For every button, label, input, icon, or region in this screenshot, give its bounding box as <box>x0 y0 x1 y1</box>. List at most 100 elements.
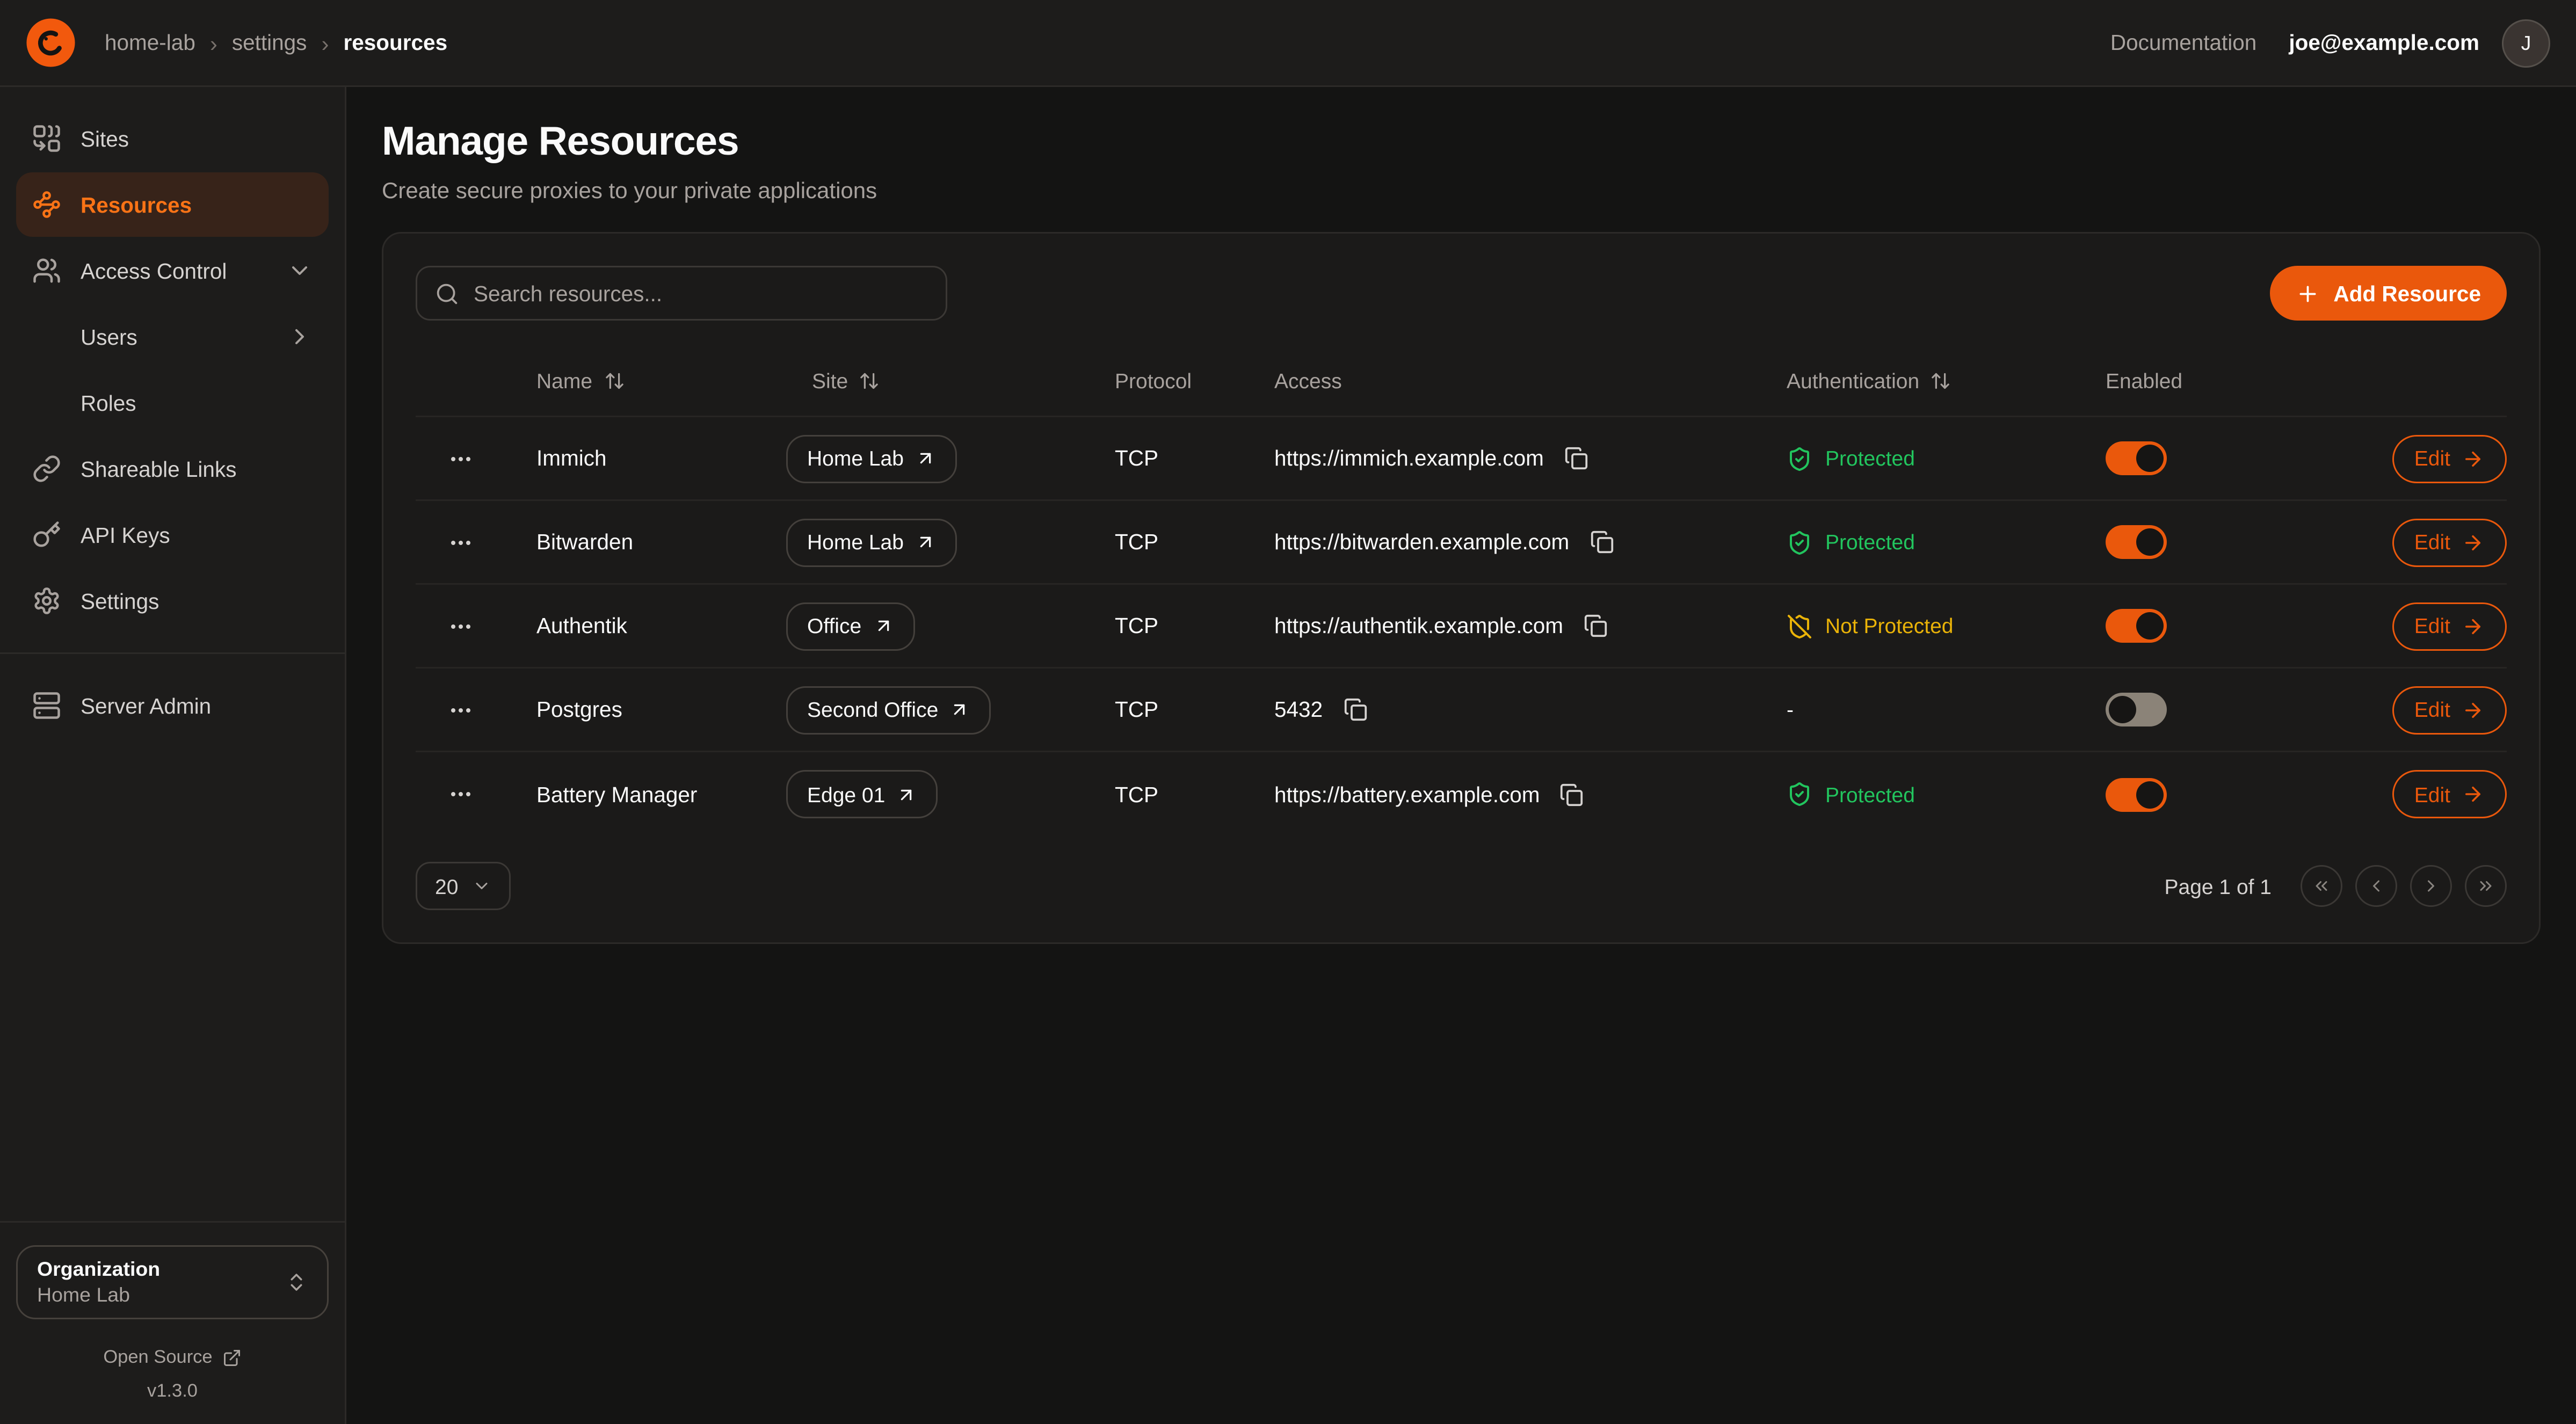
prev-page-button[interactable] <box>2355 865 2397 907</box>
app-window: home-lab›settings›resources Documentatio… <box>0 0 2576 1424</box>
copy-icon[interactable] <box>1560 442 1592 475</box>
org-selector-value: Home Lab <box>37 1284 160 1306</box>
avatar-initial: J <box>2521 32 2531 54</box>
site-name: Home Lab <box>807 530 904 554</box>
enabled-toggle[interactable] <box>2106 441 2167 475</box>
enabled-toggle[interactable] <box>2106 525 2167 559</box>
protocol: TCP <box>1115 530 1274 554</box>
site-link[interactable]: Office <box>786 602 915 650</box>
site-link[interactable]: Edge 01 <box>786 770 938 818</box>
page-subtitle: Create secure proxies to your private ap… <box>382 177 2541 203</box>
sidebar-item-label: Users <box>81 325 137 349</box>
org-selector-label: Organization <box>37 1258 160 1281</box>
sidebar-item-label: Shareable Links <box>81 457 236 481</box>
edit-button[interactable]: Edit <box>2392 518 2507 566</box>
sidebar-bottom-divider <box>0 1221 345 1223</box>
plus-icon <box>2296 281 2320 306</box>
sidebar-item-label: Server Admin <box>81 694 211 718</box>
site-link[interactable]: Second Office <box>786 686 991 734</box>
pager: Page 1 of 1 <box>2165 865 2507 907</box>
sidebar-item-users[interactable]: Users <box>16 304 329 369</box>
row-menu-button[interactable] <box>439 521 481 563</box>
arrow-right-icon <box>2462 699 2484 721</box>
main-content: Manage Resources Create secure proxies t… <box>346 87 2576 1424</box>
row-menu-button[interactable] <box>439 773 481 815</box>
edit-button[interactable]: Edit <box>2392 602 2507 650</box>
next-page-button[interactable] <box>2410 865 2452 907</box>
sidebar-item-server-admin[interactable]: Server Admin <box>16 673 329 738</box>
site-link[interactable]: Home Lab <box>786 518 957 566</box>
version-label: v1.3.0 <box>16 1382 329 1401</box>
copy-icon[interactable] <box>1585 526 1617 558</box>
arrow-up-right-icon <box>896 784 917 805</box>
sidebar-item-label: Resources <box>81 193 192 217</box>
protocol: TCP <box>1115 782 1274 807</box>
row-menu-button[interactable] <box>439 689 481 731</box>
card-toolbar: Add Resource <box>416 266 2507 321</box>
resource-name: Immich <box>504 446 786 470</box>
sidebar-item-access-control[interactable]: Access Control <box>16 238 329 303</box>
protocol: TCP <box>1115 614 1274 638</box>
app-logo[interactable] <box>26 18 76 68</box>
chevron-left-icon <box>2367 876 2386 896</box>
row-menu-button[interactable] <box>439 605 481 647</box>
enabled-toggle[interactable] <box>2106 778 2167 811</box>
edit-button[interactable]: Edit <box>2392 434 2507 483</box>
edit-button[interactable]: Edit <box>2392 686 2507 734</box>
edit-label: Edit <box>2414 698 2450 722</box>
sidebar-item-sites[interactable]: Sites <box>16 106 329 171</box>
card-footer: 20 Page 1 of 1 <box>416 862 2507 910</box>
last-page-button[interactable] <box>2465 865 2507 907</box>
add-resource-button[interactable]: Add Resource <box>2270 266 2507 321</box>
toggle-knob <box>2136 528 2164 556</box>
site-link[interactable]: Home Lab <box>786 434 957 483</box>
sidebar-item-shareable-links[interactable]: Shareable Links <box>16 437 329 501</box>
search-box <box>416 266 947 321</box>
edit-label: Edit <box>2414 446 2450 470</box>
copy-icon[interactable] <box>1579 610 1612 642</box>
sidebar-item-resources[interactable]: Resources <box>16 172 329 237</box>
sidebar-nav: Sites Resources Access Control Users Roles Sh… <box>16 106 329 739</box>
column-header-authentication[interactable]: Authentication <box>1787 369 2106 393</box>
access-url: https://battery.example.com <box>1274 782 1540 807</box>
copy-icon[interactable] <box>1339 694 1371 726</box>
arrow-right-icon <box>2462 531 2484 554</box>
search-input[interactable] <box>474 281 928 306</box>
search-icon <box>435 281 459 306</box>
column-header-name[interactable]: Name <box>504 369 786 393</box>
access-url: https://bitwarden.example.com <box>1274 530 1569 554</box>
breadcrumb-separator-icon: › <box>210 30 217 56</box>
page-size-select[interactable]: 20 <box>416 862 511 910</box>
breadcrumb-item-settings[interactable]: settings <box>232 31 307 55</box>
arrow-right-icon <box>2462 615 2484 637</box>
shield-check-icon <box>1787 446 1812 471</box>
row-menu-button[interactable] <box>439 438 481 479</box>
sites-icon <box>32 124 61 153</box>
chevron-right-icon <box>287 324 313 350</box>
arrow-right-icon <box>2462 447 2484 470</box>
breadcrumb: home-lab›settings›resources <box>105 30 447 56</box>
avatar[interactable]: J <box>2502 19 2550 67</box>
user-email[interactable]: joe@example.com <box>2289 31 2479 55</box>
breadcrumb-item-home-lab[interactable]: home-lab <box>105 31 195 55</box>
sidebar-item-roles[interactable]: Roles <box>16 370 329 435</box>
toggle-knob <box>2136 781 2164 808</box>
sort-icon <box>604 370 625 391</box>
open-source-link[interactable]: Open Source <box>16 1348 329 1368</box>
enabled-toggle[interactable] <box>2106 609 2167 643</box>
access-control-icon <box>32 256 61 285</box>
documentation-link[interactable]: Documentation <box>2110 31 2256 55</box>
first-page-button[interactable] <box>2301 865 2342 907</box>
server-admin-icon <box>32 691 61 720</box>
copy-icon[interactable] <box>1556 778 1588 810</box>
edit-label: Edit <box>2414 782 2450 807</box>
page-title: Manage Resources <box>382 119 2541 166</box>
chevrons-up-down-icon <box>285 1271 308 1294</box>
edit-button[interactable]: Edit <box>2392 770 2507 818</box>
sidebar-item-settings[interactable]: Settings <box>16 569 329 633</box>
enabled-toggle[interactable] <box>2106 693 2167 726</box>
sidebar-item-api-keys[interactable]: API Keys <box>16 503 329 567</box>
org-selector[interactable]: Organization Home Lab <box>16 1245 329 1319</box>
column-header-access: Access <box>1274 369 1787 393</box>
column-header-site[interactable]: Site <box>786 369 1115 393</box>
